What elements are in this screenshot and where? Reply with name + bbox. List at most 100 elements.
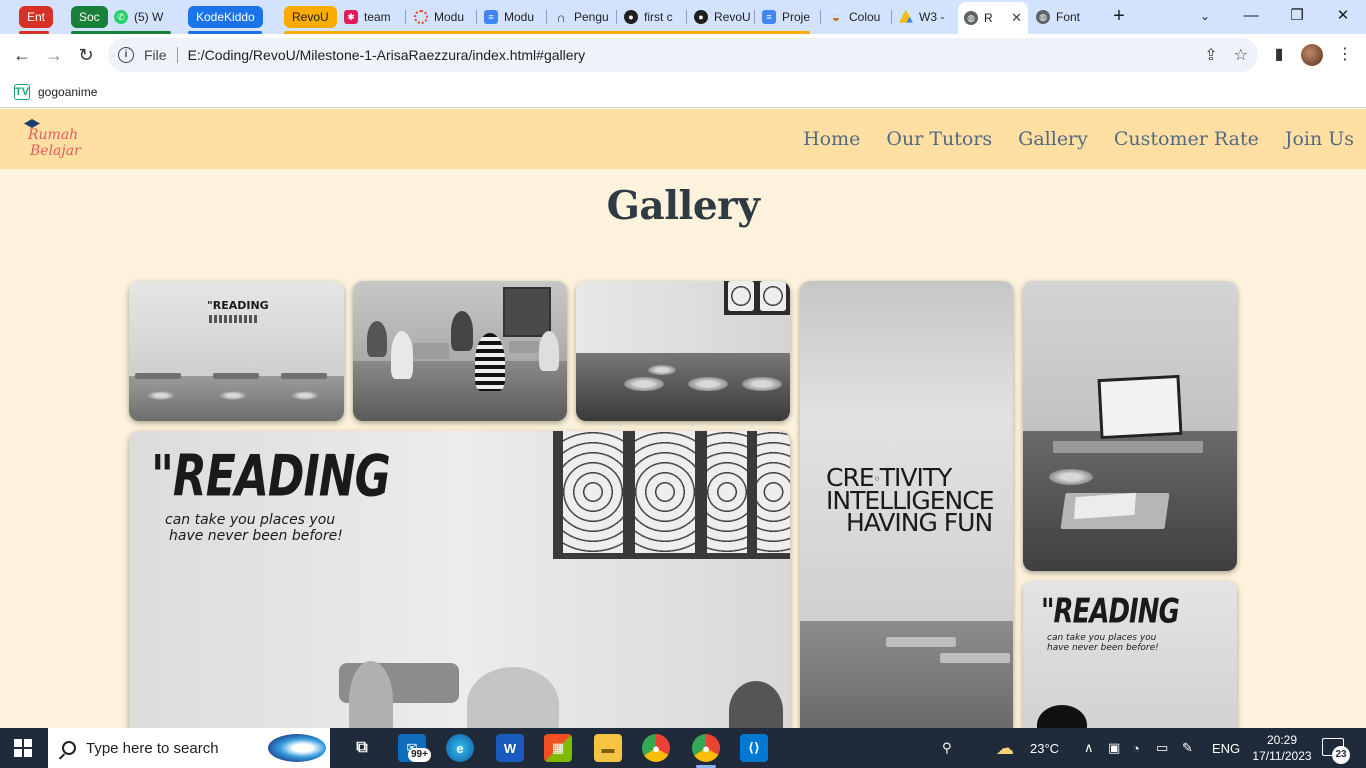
tab-font[interactable]: ◍ Font bbox=[1030, 5, 1098, 29]
weather-temp[interactable]: 23°C bbox=[1030, 728, 1059, 768]
github-icon: ● bbox=[694, 10, 708, 24]
tv-icon: TV bbox=[14, 83, 30, 100]
tray-chevron-icon[interactable]: ∧ bbox=[1084, 728, 1094, 768]
site-info-icon[interactable]: i bbox=[118, 47, 134, 63]
reading-quote-line1: can take you places you bbox=[165, 512, 336, 528]
chrome-profile-icon[interactable]: ● bbox=[692, 734, 720, 768]
close-window-button[interactable]: ✕ bbox=[1320, 4, 1366, 28]
tab-group-revou[interactable]: RevoU bbox=[284, 6, 337, 28]
close-tab-icon[interactable]: ✕ bbox=[1011, 10, 1022, 26]
language-indicator[interactable]: ENG bbox=[1212, 728, 1240, 768]
gallery-photo-cushion-room[interactable] bbox=[576, 281, 790, 421]
gallery-photo-creativity-wall[interactable]: CRE◦TIVITY INTELLIGENCE HAVING FUN bbox=[800, 281, 1013, 741]
gallery-photo-children-studying[interactable] bbox=[353, 281, 567, 421]
nav-our-tutors[interactable]: Our Tutors bbox=[886, 128, 992, 150]
tab-separator bbox=[820, 10, 821, 24]
reading-quote-line1: can take you places you bbox=[1047, 633, 1157, 643]
nav-join-us[interactable]: Join Us bbox=[1285, 128, 1354, 150]
nav-gallery[interactable]: Gallery bbox=[1018, 128, 1088, 150]
search-icon bbox=[62, 741, 76, 755]
store-icon[interactable]: ▦ bbox=[544, 734, 572, 762]
windows-start-icon[interactable] bbox=[14, 739, 32, 757]
weather-icon[interactable]: ☁ bbox=[996, 728, 1014, 768]
tab-separator bbox=[405, 10, 406, 24]
tab-proje[interactable]: ≡ Proje bbox=[756, 5, 818, 29]
photo-cushion bbox=[648, 365, 676, 375]
photo-child bbox=[539, 331, 559, 371]
side-panel-icon[interactable]: ▮ bbox=[1267, 43, 1291, 67]
tab-title: RevoU bbox=[714, 10, 751, 24]
taskbar-search[interactable]: Type here to search bbox=[48, 728, 330, 768]
photo-window-pane bbox=[563, 431, 623, 553]
tab-modu-1[interactable]: Modu bbox=[408, 5, 476, 29]
menu-kebab-icon[interactable]: ⋮ bbox=[1333, 43, 1357, 67]
tab-team[interactable]: ✱ team bbox=[338, 5, 406, 29]
photo-window bbox=[553, 431, 790, 559]
file-explorer-icon[interactable]: ▬ bbox=[594, 734, 622, 762]
globe-icon: ◍ bbox=[964, 11, 978, 25]
battery-icon[interactable]: ▭ bbox=[1156, 728, 1168, 768]
photo-reading-quote: "READING can take you places you have ne… bbox=[1041, 593, 1180, 654]
tab-group-soc[interactable]: Soc bbox=[71, 6, 108, 28]
share-icon[interactable]: ⇪ bbox=[1204, 45, 1217, 65]
task-view-icon[interactable]: ⧉ bbox=[348, 734, 376, 762]
photo-table bbox=[135, 373, 181, 379]
nav-home[interactable]: Home bbox=[803, 128, 860, 150]
photo-creativity-text: CRE◦TIVITY INTELLIGENCE HAVING FUN bbox=[826, 465, 994, 535]
tab-separator bbox=[686, 10, 687, 24]
reading-quote-line2: have never been before! bbox=[169, 528, 343, 544]
tab-title: team bbox=[364, 10, 391, 24]
pen-icon[interactable]: ✎ bbox=[1182, 728, 1193, 768]
tab-title: Font bbox=[1056, 10, 1081, 24]
new-tab-button[interactable]: + bbox=[1108, 5, 1130, 27]
meet-icon[interactable]: ▣ bbox=[1108, 728, 1120, 768]
gallery-photo-reading-wall-small[interactable]: "READING can take you places you have ne… bbox=[1023, 581, 1237, 741]
gallery-title: Gallery bbox=[606, 183, 760, 229]
edge-icon[interactable]: e bbox=[446, 734, 474, 762]
tab-colou[interactable]: ◒ Colou bbox=[823, 5, 891, 29]
photo-child bbox=[391, 331, 413, 379]
mail-badge: 99+ bbox=[408, 748, 431, 762]
nav-customer-rate[interactable]: Customer Rate bbox=[1114, 128, 1259, 150]
site-logo[interactable]: Rumah Belajar bbox=[22, 115, 82, 163]
chrome-icon[interactable]: ● bbox=[642, 734, 670, 762]
tab-active-r[interactable]: ◍ R ✕ bbox=[958, 2, 1028, 34]
ring-icon bbox=[414, 10, 428, 24]
photo-window-pane bbox=[760, 281, 786, 311]
tab-whatsapp[interactable]: ✆ (5) W bbox=[108, 5, 170, 29]
word-icon[interactable]: W bbox=[496, 734, 524, 762]
address-bar[interactable]: i File E:/Coding/RevoU/Milestone-1-Arisa… bbox=[108, 38, 1258, 72]
reload-button[interactable]: ↻ bbox=[74, 43, 98, 67]
bookmark-gogoanime[interactable]: gogoanime bbox=[38, 85, 97, 99]
reading-quote-line2: have never been before! bbox=[1047, 643, 1159, 653]
tab-w3[interactable]: W3 - bbox=[893, 5, 955, 29]
gallery-photo-reading-wall-large[interactable]: "READING can take you places you have ne… bbox=[129, 431, 790, 741]
vscode-icon[interactable]: ⟨⟩ bbox=[740, 734, 768, 762]
gallery-photo-whiteboard-room[interactable] bbox=[1023, 281, 1237, 571]
tab-pengu[interactable]: ∩ Pengu bbox=[548, 5, 616, 29]
minimize-button[interactable]: — bbox=[1228, 4, 1274, 28]
photo-wall bbox=[129, 281, 344, 376]
photo-window bbox=[724, 281, 790, 315]
bookmark-star-icon[interactable]: ☆ bbox=[1234, 45, 1248, 65]
forward-button[interactable]: → bbox=[42, 43, 66, 67]
tab-group-kodekiddo[interactable]: KodeKiddo bbox=[188, 6, 263, 28]
tab-search-chevron-icon[interactable]: ⌄ bbox=[1182, 4, 1228, 28]
divider bbox=[176, 47, 178, 63]
back-button[interactable]: ← bbox=[10, 43, 34, 67]
tab-revou-github[interactable]: ● RevoU bbox=[688, 5, 754, 29]
profile-avatar[interactable] bbox=[1301, 44, 1323, 66]
tab-modu-2[interactable]: ≡ Modu bbox=[478, 5, 546, 29]
omnibox-actions: ⇪ ☆ bbox=[1204, 45, 1248, 65]
url-text[interactable]: E:/Coding/RevoU/Milestone-1-ArisaRaezzur… bbox=[188, 47, 586, 63]
reading-quote-big: "READING bbox=[1041, 592, 1180, 632]
photo-cushion bbox=[742, 377, 782, 391]
clock-time: 20:29 bbox=[1266, 733, 1298, 747]
tab-group-ent[interactable]: Ent bbox=[19, 6, 54, 28]
taskbar-clock[interactable]: 20:29 17/11/2023 bbox=[1248, 732, 1316, 764]
restore-button[interactable]: ❐ bbox=[1274, 4, 1320, 28]
gallery-photo-reading-room[interactable]: "READING bbox=[129, 281, 344, 421]
network-icon[interactable]: ◔ bbox=[1132, 728, 1140, 768]
people-icon[interactable]: ⚲ bbox=[942, 728, 952, 768]
tab-first-c[interactable]: ● first c bbox=[618, 5, 686, 29]
